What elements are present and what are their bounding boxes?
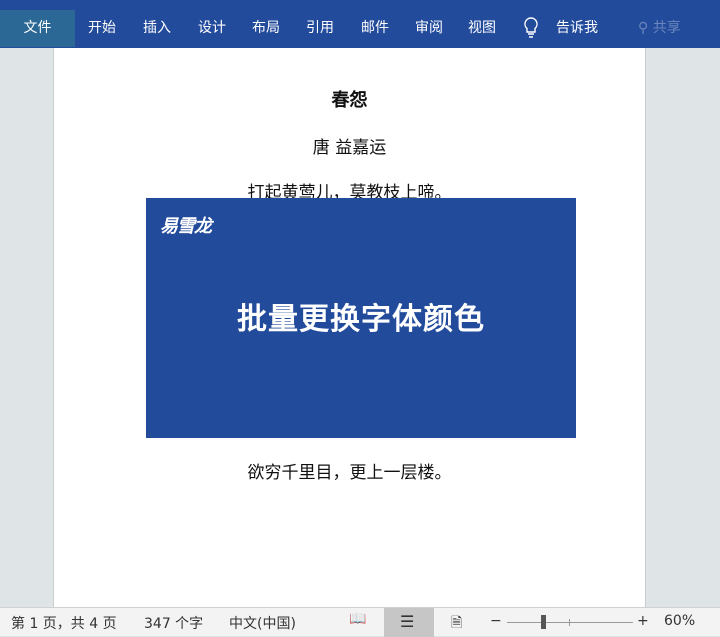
ribbon: 文件 开始 插入 设计 布局 引用 邮件 审阅 视图 告诉我 ⚲ 共享 xyxy=(0,0,720,48)
read-mode-icon[interactable]: 📖 xyxy=(349,611,366,627)
zoom-in-button[interactable]: + xyxy=(637,613,649,629)
banner-image[interactable]: 易雪龙 批量更换字体颜色 xyxy=(146,198,576,438)
add-user-icon: ⚲ xyxy=(638,20,653,36)
banner-headline: 批量更换字体颜色 xyxy=(237,302,485,337)
share-label: 共享 xyxy=(652,20,681,36)
tab-mailings[interactable]: 邮件 xyxy=(361,10,389,47)
zoom-slider-mark xyxy=(569,619,570,626)
print-layout-button[interactable]: ☰ xyxy=(384,608,434,637)
doc-title: 春怨 xyxy=(331,90,368,111)
tab-references[interactable]: 引用 xyxy=(306,10,334,47)
web-layout-icon[interactable]: 🗎 xyxy=(451,612,462,636)
zoom-out-button[interactable]: − xyxy=(490,613,502,629)
tab-home[interactable]: 开始 xyxy=(88,10,116,47)
status-bar: 第 1 页，共 4 页 347 个字 中文(中国) 📖 ☰ 🗎 − + 60% xyxy=(0,607,720,637)
logo: 易雪龙 xyxy=(160,216,212,237)
tab-layout[interactable]: 布局 xyxy=(252,10,280,47)
tab-review[interactable]: 审阅 xyxy=(415,10,443,47)
zoom-slider-thumb[interactable] xyxy=(541,615,546,629)
zoom-level[interactable]: 60% xyxy=(664,613,695,629)
doc-line: 欲穷千里目，更上一层楼。 xyxy=(247,463,452,483)
share-button[interactable]: ⚲ 共享 xyxy=(638,10,681,47)
lightbulb-icon[interactable] xyxy=(523,17,539,39)
tell-me-button[interactable]: 告诉我 xyxy=(556,10,598,47)
word-count[interactable]: 347 个字 xyxy=(144,613,203,633)
print-layout-icon: ☰ xyxy=(400,612,415,631)
tab-file[interactable]: 文件 xyxy=(0,10,75,47)
page-count[interactable]: 第 1 页，共 4 页 xyxy=(11,613,117,633)
tab-insert[interactable]: 插入 xyxy=(143,10,171,47)
language[interactable]: 中文(中国) xyxy=(229,613,296,633)
tab-view[interactable]: 视图 xyxy=(468,10,496,47)
tab-design[interactable]: 设计 xyxy=(198,10,226,47)
zoom-slider[interactable] xyxy=(507,622,633,623)
document-page[interactable]: 春怨 唐 益嘉运 打起黄莺儿，莫教枝上啼。 易雪龙 批量更换字体颜色 欲穷千里目… xyxy=(53,48,646,607)
doc-author: 唐 益嘉运 xyxy=(312,138,387,158)
